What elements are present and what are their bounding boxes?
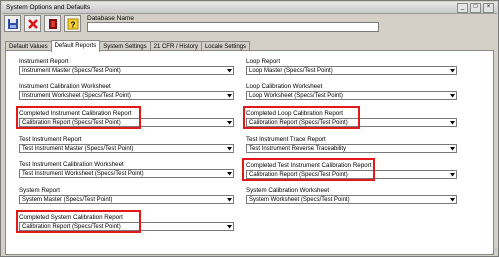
help-button[interactable]: ? <box>64 15 81 32</box>
maximize-button[interactable]: □ <box>470 3 481 13</box>
svg-text:?: ? <box>70 20 75 29</box>
instrument-worksheet-label: Instrument Calibration Worksheet <box>19 83 111 90</box>
loop-worksheet-field: Loop Calibration Worksheet Loop Workshee… <box>246 82 457 100</box>
exit-button[interactable] <box>44 15 61 32</box>
delete-icon <box>27 18 38 29</box>
system-worksheet-value: System Worksheet (Specs/Test Point) <box>249 197 350 203</box>
test-instrument-trace-select[interactable]: Test Instrument Reverse Traceability <box>246 144 457 153</box>
chevron-down-icon[interactable] <box>449 119 456 126</box>
toolbar: ? <box>4 15 81 35</box>
chevron-down-icon[interactable] <box>449 92 456 99</box>
chevron-down-icon[interactable] <box>449 171 456 178</box>
chevron-down-icon[interactable] <box>449 145 456 152</box>
title-bar: System Options and Defaults _ □ × <box>2 2 497 14</box>
highlight-completed-system <box>16 210 141 233</box>
system-options-window: System Options and Defaults _ □ × ? Data… <box>0 0 499 257</box>
test-instrument-report-field: Test Instrument Report Test Instrument M… <box>19 135 234 153</box>
test-instrument-report-select[interactable]: Test Instrument Master (Specs/Test Point… <box>19 144 234 153</box>
resize-grip-icon[interactable]: ⋰ <box>491 248 497 255</box>
database-name-label: Database Name <box>87 15 134 22</box>
loop-report-select[interactable]: Loop Master (Specs/Test Point) <box>246 66 457 75</box>
database-name-field[interactable] <box>87 22 379 32</box>
system-worksheet-label: System Calibration Worksheet <box>246 187 330 194</box>
loop-report-field: Loop Report Loop Master (Specs/Test Poin… <box>246 57 457 75</box>
system-report-value: System Master (Specs/Test Point) <box>22 197 113 203</box>
default-reports-panel: Instrument Report Instrument Master (Spe… <box>5 50 494 255</box>
test-instrument-report-label: Test Instrument Report <box>19 136 82 143</box>
instrument-worksheet-value: Instrument Worksheet (Specs/Test Point) <box>22 93 131 99</box>
system-report-label: System Report <box>19 187 60 194</box>
delete-button[interactable] <box>24 15 41 32</box>
test-instrument-trace-label: Test Instrument Trace Report <box>246 136 326 143</box>
chevron-down-icon[interactable] <box>226 67 233 74</box>
highlight-completed-instrument <box>16 106 141 129</box>
chevron-down-icon[interactable] <box>226 92 233 99</box>
system-report-select[interactable]: System Master (Specs/Test Point) <box>19 195 234 204</box>
loop-worksheet-select[interactable]: Loop Worksheet (Specs/Test Point) <box>246 91 457 100</box>
chevron-down-icon[interactable] <box>226 223 233 230</box>
save-icon <box>7 18 18 29</box>
instrument-report-value: Instrument Master (Specs/Test Point) <box>22 68 121 74</box>
tab-default-reports[interactable]: Default Reports <box>50 40 101 52</box>
help-icon: ? <box>67 18 78 29</box>
test-instrument-report-value: Test Instrument Master (Specs/Test Point… <box>22 146 134 152</box>
instrument-report-label: Instrument Report <box>19 58 69 65</box>
chevron-down-icon[interactable] <box>226 196 233 203</box>
window-title: System Options and Defaults <box>6 4 91 11</box>
loop-report-value: Loop Master (Specs/Test Point) <box>249 68 333 74</box>
test-instrument-worksheet-label: Test Instrument Calibration Worksheet <box>19 161 124 168</box>
loop-worksheet-value: Loop Worksheet (Specs/Test Point) <box>249 93 343 99</box>
test-instrument-worksheet-select[interactable]: Test Instrument Worksheet (Specs/Test Po… <box>19 169 234 178</box>
instrument-worksheet-select[interactable]: Instrument Worksheet (Specs/Test Point) <box>19 91 234 100</box>
test-instrument-worksheet-field: Test Instrument Calibration Worksheet Te… <box>19 160 234 178</box>
chevron-down-icon[interactable] <box>226 145 233 152</box>
highlight-completed-loop <box>243 106 360 129</box>
system-worksheet-select[interactable]: System Worksheet (Specs/Test Point) <box>246 195 457 204</box>
chevron-down-icon[interactable] <box>226 119 233 126</box>
chevron-down-icon[interactable] <box>226 170 233 177</box>
instrument-report-select[interactable]: Instrument Master (Specs/Test Point) <box>19 66 234 75</box>
loop-worksheet-label: Loop Calibration Worksheet <box>246 83 323 90</box>
save-button[interactable] <box>4 15 21 32</box>
instrument-report-field: Instrument Report Instrument Master (Spe… <box>19 57 234 75</box>
instrument-worksheet-field: Instrument Calibration Worksheet Instrum… <box>19 82 234 100</box>
highlight-completed-test-instrument <box>242 158 375 181</box>
system-worksheet-field: System Calibration Worksheet System Work… <box>246 186 457 204</box>
test-instrument-trace-value: Test Instrument Reverse Traceability <box>249 146 347 152</box>
chevron-down-icon[interactable] <box>449 67 456 74</box>
close-button[interactable]: × <box>483 3 494 13</box>
minimize-button[interactable]: _ <box>457 3 468 13</box>
system-report-field: System Report System Master (Specs/Test … <box>19 186 234 204</box>
exit-icon <box>48 18 57 29</box>
test-instrument-trace-field: Test Instrument Trace Report Test Instru… <box>246 135 457 153</box>
chevron-down-icon[interactable] <box>449 196 456 203</box>
window-controls: _ □ × <box>457 3 494 13</box>
test-instrument-worksheet-value: Test Instrument Worksheet (Specs/Test Po… <box>22 171 144 177</box>
loop-report-label: Loop Report <box>246 58 281 65</box>
